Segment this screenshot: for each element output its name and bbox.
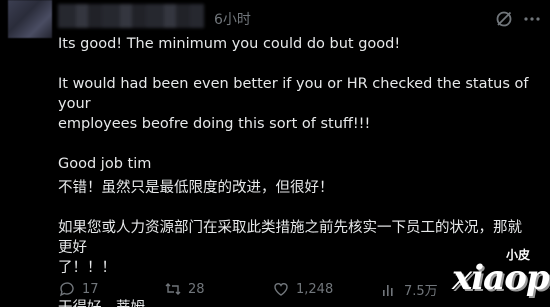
- post-line: Good job tim: [58, 156, 152, 172]
- post-line: Its good! The minimum you could do but g…: [58, 36, 401, 52]
- translated-line: 不错！虽然只是最低限度的改进，但很好！: [58, 180, 334, 196]
- views-button[interactable]: 7.5万: [380, 280, 438, 299]
- reply-count: 17: [82, 281, 99, 297]
- views-icon: [383, 284, 393, 296]
- watermark-logo: 小皮 xiaopi: [452, 246, 550, 304]
- repost-icon: [165, 283, 181, 295]
- repost-button[interactable]: 28: [164, 280, 205, 298]
- post-line: It would had been even better if you or …: [58, 76, 529, 112]
- like-count: 1,248: [296, 281, 334, 297]
- action-bar: 17 28 1,248 7.5万: [58, 280, 478, 302]
- post-line: employees beofre doing this sort of stuf…: [58, 116, 371, 132]
- reply-button[interactable]: 17: [58, 280, 99, 298]
- views-count: 7.5万: [404, 284, 438, 299]
- more-icon[interactable]: [522, 9, 542, 29]
- like-button[interactable]: 1,248: [272, 280, 333, 298]
- avatar[interactable]: [8, 0, 52, 38]
- watermark-big-text: xiaopi: [452, 258, 550, 298]
- post-time[interactable]: 6小时: [214, 9, 251, 29]
- reply-icon: [59, 282, 74, 297]
- repost-count: 28: [188, 281, 205, 297]
- like-icon: [274, 283, 288, 296]
- author-name-blurred[interactable]: [58, 4, 204, 28]
- grok-icon[interactable]: [494, 9, 514, 29]
